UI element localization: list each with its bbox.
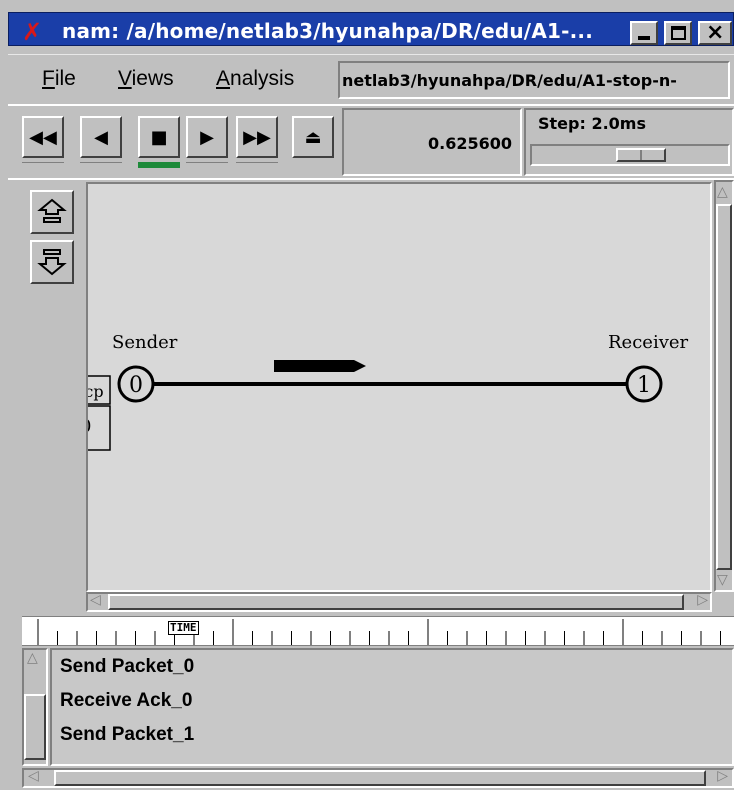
time-slider[interactable]: TIME bbox=[22, 616, 734, 646]
zoom-in-icon bbox=[37, 198, 67, 223]
annotation-item[interactable]: Send Packet_1 bbox=[60, 724, 194, 746]
canvas-horizontal-scroll-thumb[interactable] bbox=[108, 594, 684, 610]
fast-forward-button[interactable]: ▶▶ bbox=[236, 116, 278, 158]
play-backward-icon: ◀ bbox=[94, 126, 108, 148]
play-forward-button[interactable]: ▶ bbox=[186, 116, 228, 158]
canvas-horizontal-scrollbar[interactable]: ◁ ▷ bbox=[86, 592, 712, 612]
close-button[interactable]: × bbox=[698, 20, 732, 45]
annotation-vertical-scroll-thumb[interactable] bbox=[24, 694, 46, 760]
node-0-id: 0 bbox=[129, 373, 143, 398]
trace-file-path-field[interactable]: netlab3/hyunahpa/DR/edu/A1-stop-n- bbox=[338, 61, 730, 99]
trace-file-path: netlab3/hyunahpa/DR/edu/A1-stop-n- bbox=[342, 71, 677, 90]
node-0[interactable]: 0 bbox=[117, 365, 155, 403]
play-backward-button[interactable]: ◀ bbox=[80, 116, 122, 158]
scroll-right-icon[interactable]: ▷ bbox=[697, 592, 708, 608]
annotation-vertical-scrollbar[interactable]: △ bbox=[22, 648, 48, 766]
canvas-vertical-scrollbar[interactable]: △ ▽ bbox=[714, 180, 734, 592]
annotation-horizontal-scroll-thumb[interactable] bbox=[54, 770, 706, 786]
canvas-vertical-scroll-thumb[interactable] bbox=[716, 204, 732, 570]
zoom-column bbox=[8, 180, 84, 612]
playback-toolbar: ◀◀ ◀ ■ ▶ ▶▶ ⏏ 0.625600 Step: 2.0ms bbox=[8, 104, 734, 176]
fast-forward-indicator bbox=[236, 162, 278, 168]
rewind-icon: ◀◀ bbox=[29, 126, 57, 148]
menu-analysis-mnemonic: A bbox=[216, 67, 231, 90]
rewind-button[interactable]: ◀◀ bbox=[22, 116, 64, 158]
rewind-indicator bbox=[22, 162, 64, 168]
network-topology: 0 Sender 1 Receiver tcp 0 bbox=[88, 332, 689, 451]
menu-analysis-label: nalysis bbox=[230, 67, 295, 90]
agent-label-0: 0 bbox=[88, 405, 111, 451]
menu-file-label: ile bbox=[54, 67, 76, 90]
annotation-panel: △ Send Packet_0 Receive Ack_0 Send Packe… bbox=[22, 648, 734, 790]
node-0-label: Sender bbox=[112, 332, 178, 353]
eject-icon: ⏏ bbox=[304, 126, 322, 148]
annotation-scroll-left-icon[interactable]: ◁ bbox=[28, 768, 39, 784]
menu-bar: File Views Analysis netlab3/hyunahpa/DR/… bbox=[8, 54, 734, 104]
scroll-down-icon[interactable]: ▽ bbox=[717, 572, 728, 588]
step-slider[interactable] bbox=[530, 144, 730, 166]
annotation-list[interactable]: Send Packet_0 Receive Ack_0 Send Packet_… bbox=[50, 648, 734, 766]
zoom-in-button[interactable] bbox=[30, 190, 74, 234]
annotation-scroll-right-icon[interactable]: ▷ bbox=[717, 768, 728, 784]
play-backward-indicator bbox=[80, 162, 122, 168]
current-time-value: 0.625600 bbox=[427, 134, 512, 153]
menu-views-label: iews bbox=[131, 67, 174, 90]
menu-analysis[interactable]: Analysis bbox=[216, 67, 294, 91]
menu-views[interactable]: Views bbox=[118, 67, 174, 91]
annotation-item[interactable]: Receive Ack_0 bbox=[60, 690, 192, 712]
agent-label-tcp: tcp bbox=[88, 375, 111, 405]
stop-indicator bbox=[138, 162, 180, 168]
packet bbox=[274, 360, 366, 372]
node-1[interactable]: 1 bbox=[625, 365, 663, 403]
node-1-label: Receiver bbox=[608, 332, 689, 353]
annotation-horizontal-scrollbar[interactable]: ◁ ▷ bbox=[22, 768, 734, 788]
current-time-display: 0.625600 bbox=[342, 108, 522, 176]
play-forward-indicator bbox=[186, 162, 228, 168]
step-label: Step: 2.0ms bbox=[538, 114, 646, 133]
annotation-scroll-up-icon[interactable]: △ bbox=[27, 650, 38, 666]
window-title: nam: /a/home/netlab3/hyunahpa/DR/edu/A1-… bbox=[62, 19, 594, 43]
close-icon: × bbox=[706, 20, 725, 45]
fast-forward-icon: ▶▶ bbox=[243, 126, 271, 148]
step-control: Step: 2.0ms bbox=[524, 108, 734, 176]
agent-tcp-text: tcp bbox=[88, 382, 104, 401]
time-ruler-ticks bbox=[37, 619, 721, 645]
stop-icon: ■ bbox=[150, 126, 168, 148]
title-bar: ✗ nam: /a/home/netlab3/hyunahpa/DR/edu/A… bbox=[0, 0, 734, 52]
eject-button[interactable]: ⏏ bbox=[292, 116, 334, 158]
node-1-id: 1 bbox=[637, 373, 651, 398]
app-x-icon[interactable]: ✗ bbox=[22, 20, 42, 44]
agent-0-text: 0 bbox=[88, 416, 91, 437]
menu-file-mnemonic: F bbox=[42, 67, 55, 90]
play-forward-icon: ▶ bbox=[200, 126, 214, 148]
step-slider-thumb[interactable] bbox=[616, 148, 666, 162]
minimize-button[interactable] bbox=[630, 21, 658, 45]
scroll-up-icon[interactable]: △ bbox=[717, 184, 728, 200]
zoom-out-button[interactable] bbox=[30, 240, 74, 284]
menu-views-mnemonic: V bbox=[118, 67, 132, 90]
scroll-left-icon[interactable]: ◁ bbox=[90, 592, 101, 608]
minimize-icon bbox=[638, 36, 650, 40]
zoom-out-icon bbox=[37, 249, 67, 276]
network-canvas[interactable]: 0 Sender 1 Receiver tcp 0 bbox=[86, 182, 712, 592]
menu-file[interactable]: File bbox=[42, 67, 76, 91]
time-slider-thumb[interactable]: TIME bbox=[168, 621, 199, 635]
stop-button[interactable]: ■ bbox=[138, 116, 180, 158]
annotation-item[interactable]: Send Packet_0 bbox=[60, 656, 194, 678]
animation-panel: 0 Sender 1 Receiver tcp 0 △ ▽ ◁ ▷ bbox=[8, 178, 734, 612]
maximize-icon bbox=[671, 26, 686, 40]
maximize-button[interactable] bbox=[664, 21, 692, 45]
